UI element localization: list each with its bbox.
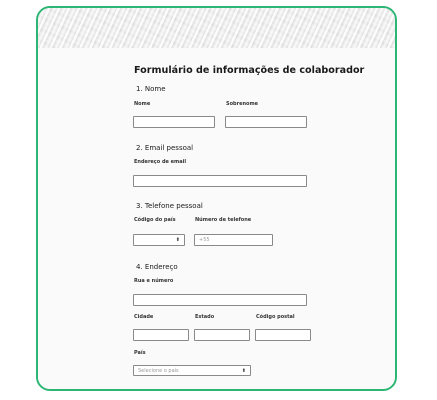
zip-input[interactable] [255,329,311,341]
section-heading-email: 2. Email pessoal [136,144,194,152]
phone-number-input[interactable]: +55 [194,234,273,246]
state-label: Estado [195,314,215,320]
city-input[interactable] [133,329,189,341]
country-placeholder: Selecione o país [138,367,179,374]
country-select[interactable]: Selecione o país ⬍ [133,365,251,376]
zip-label: Código postal [256,314,295,320]
select-arrows-icon: ⬍ [241,367,246,374]
phone-number-placeholder: +55 [199,237,210,243]
first-name-input[interactable] [133,116,215,128]
email-input[interactable] [133,175,307,187]
city-label: Cidade [134,314,154,320]
country-label: País [134,350,146,356]
section-heading-phone: 3. Telefone pessoal [136,202,203,210]
street-label: Rua e número [134,278,174,284]
country-code-select[interactable]: ⬍ [133,234,185,246]
form-title: Formulário de informações de colaborador [134,65,365,76]
phone-number-label: Número de telefone [195,217,252,223]
section-heading-address: 4. Endereço [136,263,178,271]
state-input[interactable] [194,329,250,341]
email-label: Endereço de email [134,159,187,165]
country-code-label: Código do país [134,217,176,223]
last-name-label: Sobrenome [226,101,259,107]
section-heading-name: 1. Nome [136,85,166,93]
first-name-label: Nome [134,101,151,107]
street-input[interactable] [133,294,307,306]
header-texture [38,8,395,48]
form-frame: Formulário de informações de colaborador… [36,6,397,391]
select-arrows-icon: ⬍ [175,237,180,243]
last-name-input[interactable] [225,116,307,128]
